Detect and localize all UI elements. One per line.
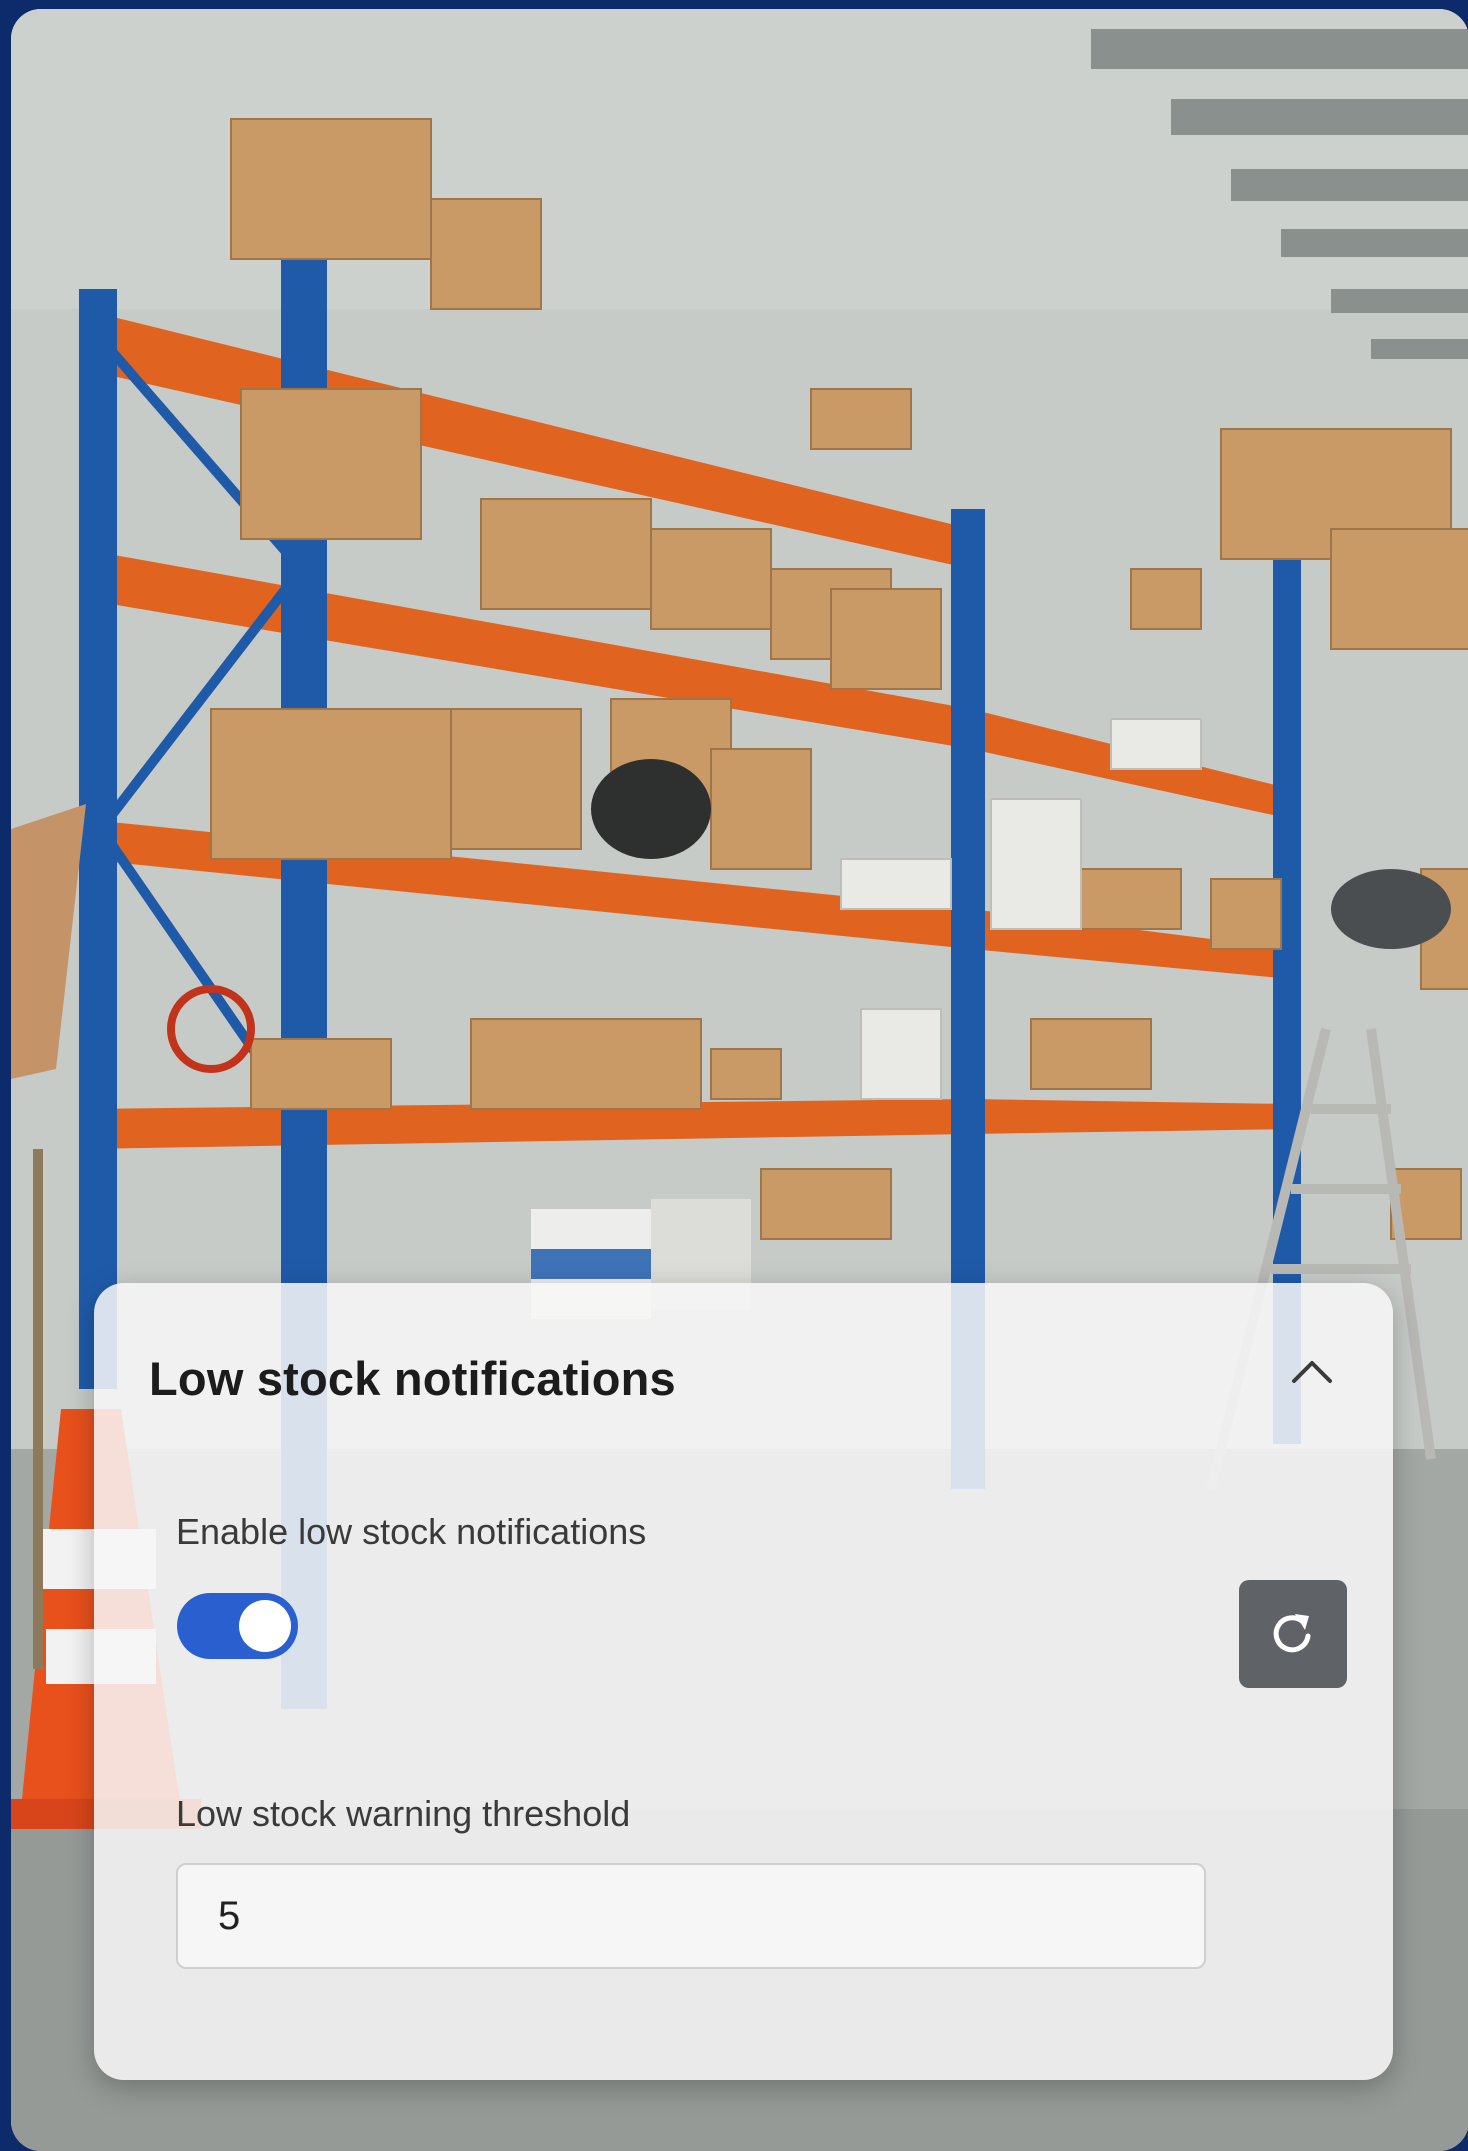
- chevron-up-icon[interactable]: [1288, 1353, 1336, 1387]
- reset-button[interactable]: [1239, 1580, 1347, 1688]
- app-frame: Low stock notifications Enable low stock…: [11, 9, 1468, 2151]
- enable-notifications-toggle[interactable]: [177, 1593, 298, 1659]
- low-stock-notifications-card: Low stock notifications Enable low stock…: [94, 1283, 1393, 2080]
- toggle-knob: [239, 1600, 291, 1652]
- refresh-icon: [1273, 1614, 1311, 1653]
- threshold-label: Low stock warning threshold: [176, 1793, 631, 1834]
- enable-notifications-label: Enable low stock notifications: [176, 1511, 647, 1552]
- card-title: Low stock notifications: [149, 1352, 676, 1405]
- threshold-input[interactable]: [176, 1863, 1206, 1969]
